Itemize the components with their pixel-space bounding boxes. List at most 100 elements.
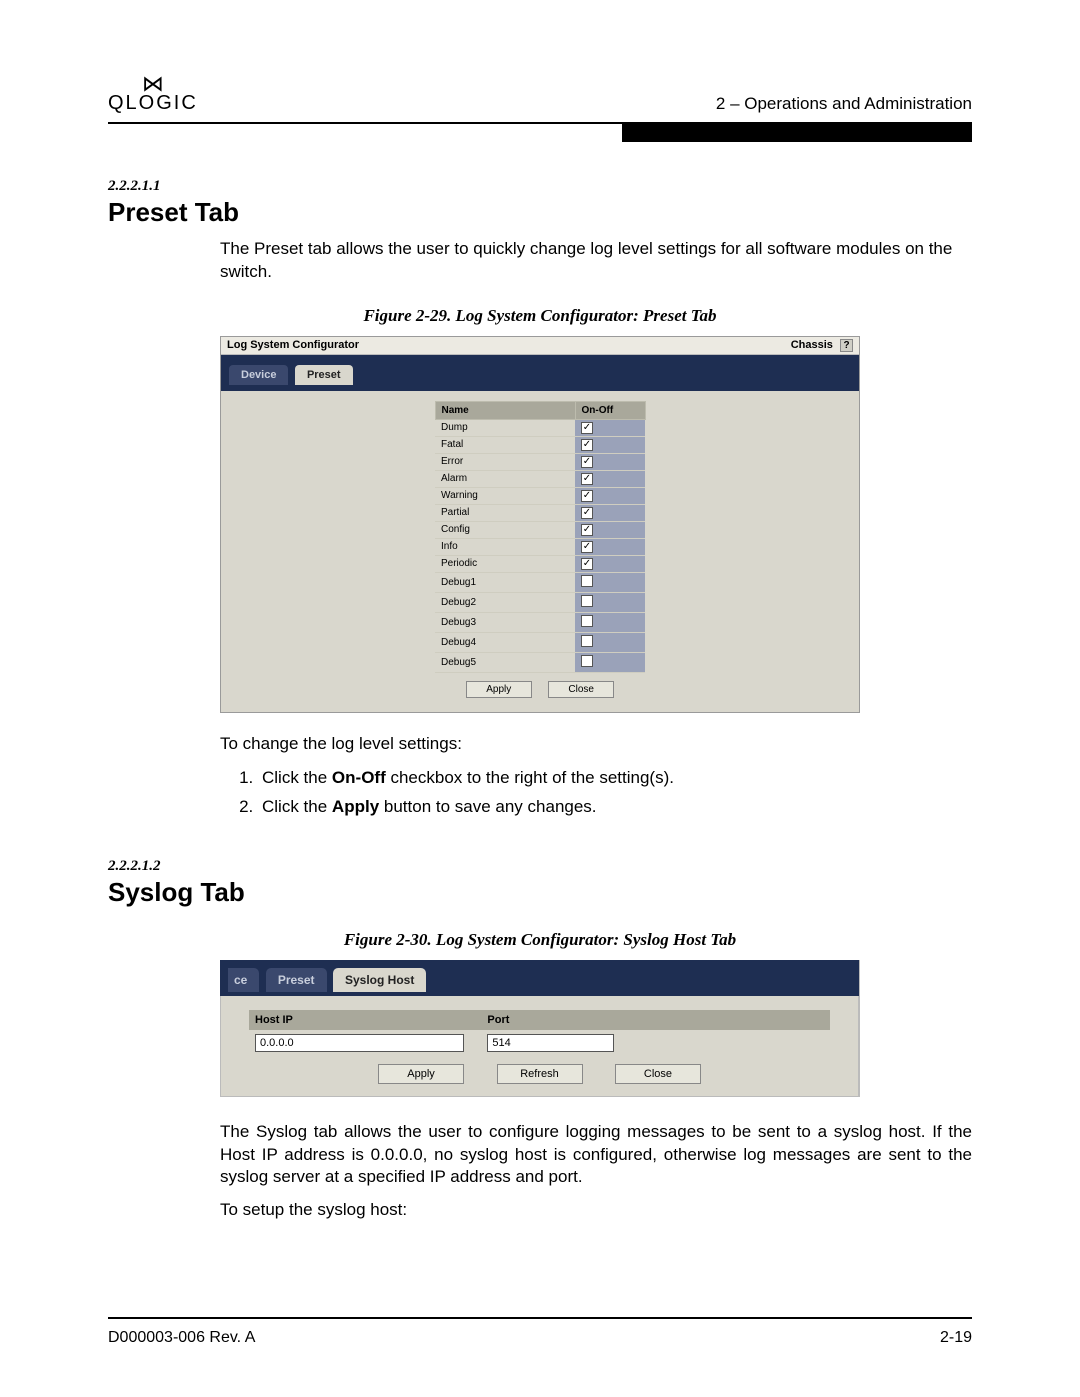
onoff-checkbox[interactable]: ✓ bbox=[581, 490, 593, 502]
onoff-checkbox[interactable] bbox=[581, 635, 593, 647]
preset-onoff-cell: ✓ bbox=[575, 470, 645, 487]
onoff-checkbox[interactable]: ✓ bbox=[581, 541, 593, 553]
preset-name: Error bbox=[435, 453, 575, 470]
preset-onoff-cell bbox=[575, 572, 645, 592]
preset-onoff-cell: ✓ bbox=[575, 436, 645, 453]
figure-caption: Figure 2-30. Log System Configurator: Sy… bbox=[108, 930, 972, 950]
figure-tabbar: Device Preset bbox=[221, 355, 859, 391]
preset-onoff-cell: ✓ bbox=[575, 487, 645, 504]
figure2-tabbar: ce Preset Syslog Host bbox=[220, 960, 859, 996]
preset-steps: Click the On-Off checkbox to the right o… bbox=[258, 764, 972, 822]
preset-onoff-cell: ✓ bbox=[575, 419, 645, 436]
figure-syslog-tab: ce Preset Syslog Host Host IP Port Apply… bbox=[220, 960, 860, 1097]
table-row: Debug2 bbox=[435, 592, 645, 612]
close-button[interactable]: Close bbox=[615, 1064, 701, 1084]
onoff-checkbox[interactable]: ✓ bbox=[581, 422, 593, 434]
preset-name: Warning bbox=[435, 487, 575, 504]
host-ip-input[interactable] bbox=[255, 1034, 464, 1052]
preset-name: Fatal bbox=[435, 436, 575, 453]
header-rule bbox=[108, 122, 972, 142]
figure-titlebar: Log System Configurator Chassis ? bbox=[221, 337, 859, 355]
onoff-checkbox[interactable]: ✓ bbox=[581, 558, 593, 570]
table-row: Warning ✓ bbox=[435, 487, 645, 504]
onoff-checkbox[interactable]: ✓ bbox=[581, 507, 593, 519]
col-name: Name bbox=[435, 401, 575, 419]
preset-name: Dump bbox=[435, 419, 575, 436]
table-row: Debug3 bbox=[435, 612, 645, 632]
table-row: Partial ✓ bbox=[435, 504, 645, 521]
col-host-ip: Host IP bbox=[249, 1010, 481, 1030]
preset-onoff-cell bbox=[575, 612, 645, 632]
tab-ce[interactable]: ce bbox=[228, 968, 259, 992]
help-icon[interactable]: ? bbox=[840, 339, 853, 352]
preset-onoff-cell bbox=[575, 652, 645, 672]
tab-syslog-host[interactable]: Syslog Host bbox=[333, 968, 426, 992]
preset-intro: The Preset tab allows the user to quickl… bbox=[220, 238, 972, 284]
preset-name: Info bbox=[435, 538, 575, 555]
syslog-para: The Syslog tab allows the user to config… bbox=[220, 1121, 972, 1190]
preset-onoff-cell: ✓ bbox=[575, 555, 645, 572]
table-row: Periodic ✓ bbox=[435, 555, 645, 572]
table-row: Alarm ✓ bbox=[435, 470, 645, 487]
onoff-checkbox[interactable]: ✓ bbox=[581, 456, 593, 468]
page-footer: D000003-006 Rev. A 2-19 bbox=[108, 1317, 972, 1347]
onoff-checkbox[interactable] bbox=[581, 615, 593, 627]
preset-name: Debug2 bbox=[435, 592, 575, 612]
preset-name: Debug1 bbox=[435, 572, 575, 592]
preset-name: Partial bbox=[435, 504, 575, 521]
apply-button[interactable]: Apply bbox=[378, 1064, 464, 1084]
onoff-checkbox[interactable]: ✓ bbox=[581, 524, 593, 536]
page-header: ⋈ QLOGIC 2 – Operations and Administrati… bbox=[108, 60, 972, 114]
preset-name: Alarm bbox=[435, 470, 575, 487]
window-title: Log System Configurator bbox=[227, 339, 359, 351]
preset-onoff-cell bbox=[575, 592, 645, 612]
section-number: 2.2.2.1.1 bbox=[108, 178, 972, 195]
chassis-link[interactable]: Chassis bbox=[791, 339, 833, 351]
figure-preset-tab: Log System Configurator Chassis ? Device… bbox=[220, 336, 860, 713]
onoff-checkbox[interactable] bbox=[581, 655, 593, 667]
chapter-title: 2 – Operations and Administration bbox=[716, 94, 972, 114]
refresh-button[interactable]: Refresh bbox=[497, 1064, 583, 1084]
preset-table: Name On-Off Dump✓Fatal✓Error✓Alarm✓Warni… bbox=[435, 401, 646, 673]
logo-text: QLOGIC bbox=[108, 92, 198, 114]
table-row: Dump ✓ bbox=[435, 419, 645, 436]
step-2: Click the Apply button to save any chang… bbox=[258, 793, 972, 822]
preset-onoff-cell: ✓ bbox=[575, 504, 645, 521]
preset-name: Periodic bbox=[435, 555, 575, 572]
tab-device[interactable]: Device bbox=[229, 365, 288, 385]
table-row: Info ✓ bbox=[435, 538, 645, 555]
preset-onoff-cell bbox=[575, 632, 645, 652]
onoff-checkbox[interactable]: ✓ bbox=[581, 473, 593, 485]
doc-id: D000003-006 Rev. A bbox=[108, 1329, 255, 1347]
close-button[interactable]: Close bbox=[548, 681, 614, 698]
syslog-lead: To setup the syslog host: bbox=[220, 1199, 972, 1222]
preset-name: Debug5 bbox=[435, 652, 575, 672]
table-row: Fatal ✓ bbox=[435, 436, 645, 453]
table-row: Config ✓ bbox=[435, 521, 645, 538]
section-number: 2.2.2.1.2 bbox=[108, 858, 972, 875]
preset-name: Debug3 bbox=[435, 612, 575, 632]
onoff-checkbox[interactable] bbox=[581, 595, 593, 607]
preset-onoff-cell: ✓ bbox=[575, 453, 645, 470]
section-title: Syslog Tab bbox=[108, 877, 972, 908]
page-number: 2-19 bbox=[940, 1329, 972, 1347]
section-title: Preset Tab bbox=[108, 197, 972, 228]
syslog-table: Host IP Port bbox=[249, 1010, 830, 1056]
table-row: Debug4 bbox=[435, 632, 645, 652]
apply-button[interactable]: Apply bbox=[466, 681, 532, 698]
preset-lead: To change the log level settings: bbox=[220, 733, 972, 756]
table-row: Debug5 bbox=[435, 652, 645, 672]
tab-preset[interactable]: Preset bbox=[295, 365, 353, 385]
preset-onoff-cell: ✓ bbox=[575, 521, 645, 538]
tab-preset[interactable]: Preset bbox=[266, 968, 327, 992]
qlogic-logo: ⋈ QLOGIC bbox=[108, 72, 198, 114]
preset-name: Debug4 bbox=[435, 632, 575, 652]
col-port: Port bbox=[481, 1010, 626, 1030]
onoff-checkbox[interactable] bbox=[581, 575, 593, 587]
onoff-checkbox[interactable]: ✓ bbox=[581, 439, 593, 451]
preset-name: Config bbox=[435, 521, 575, 538]
step-1: Click the On-Off checkbox to the right o… bbox=[258, 764, 972, 793]
table-row: Error ✓ bbox=[435, 453, 645, 470]
port-input[interactable] bbox=[487, 1034, 614, 1052]
table-row: Debug1 bbox=[435, 572, 645, 592]
